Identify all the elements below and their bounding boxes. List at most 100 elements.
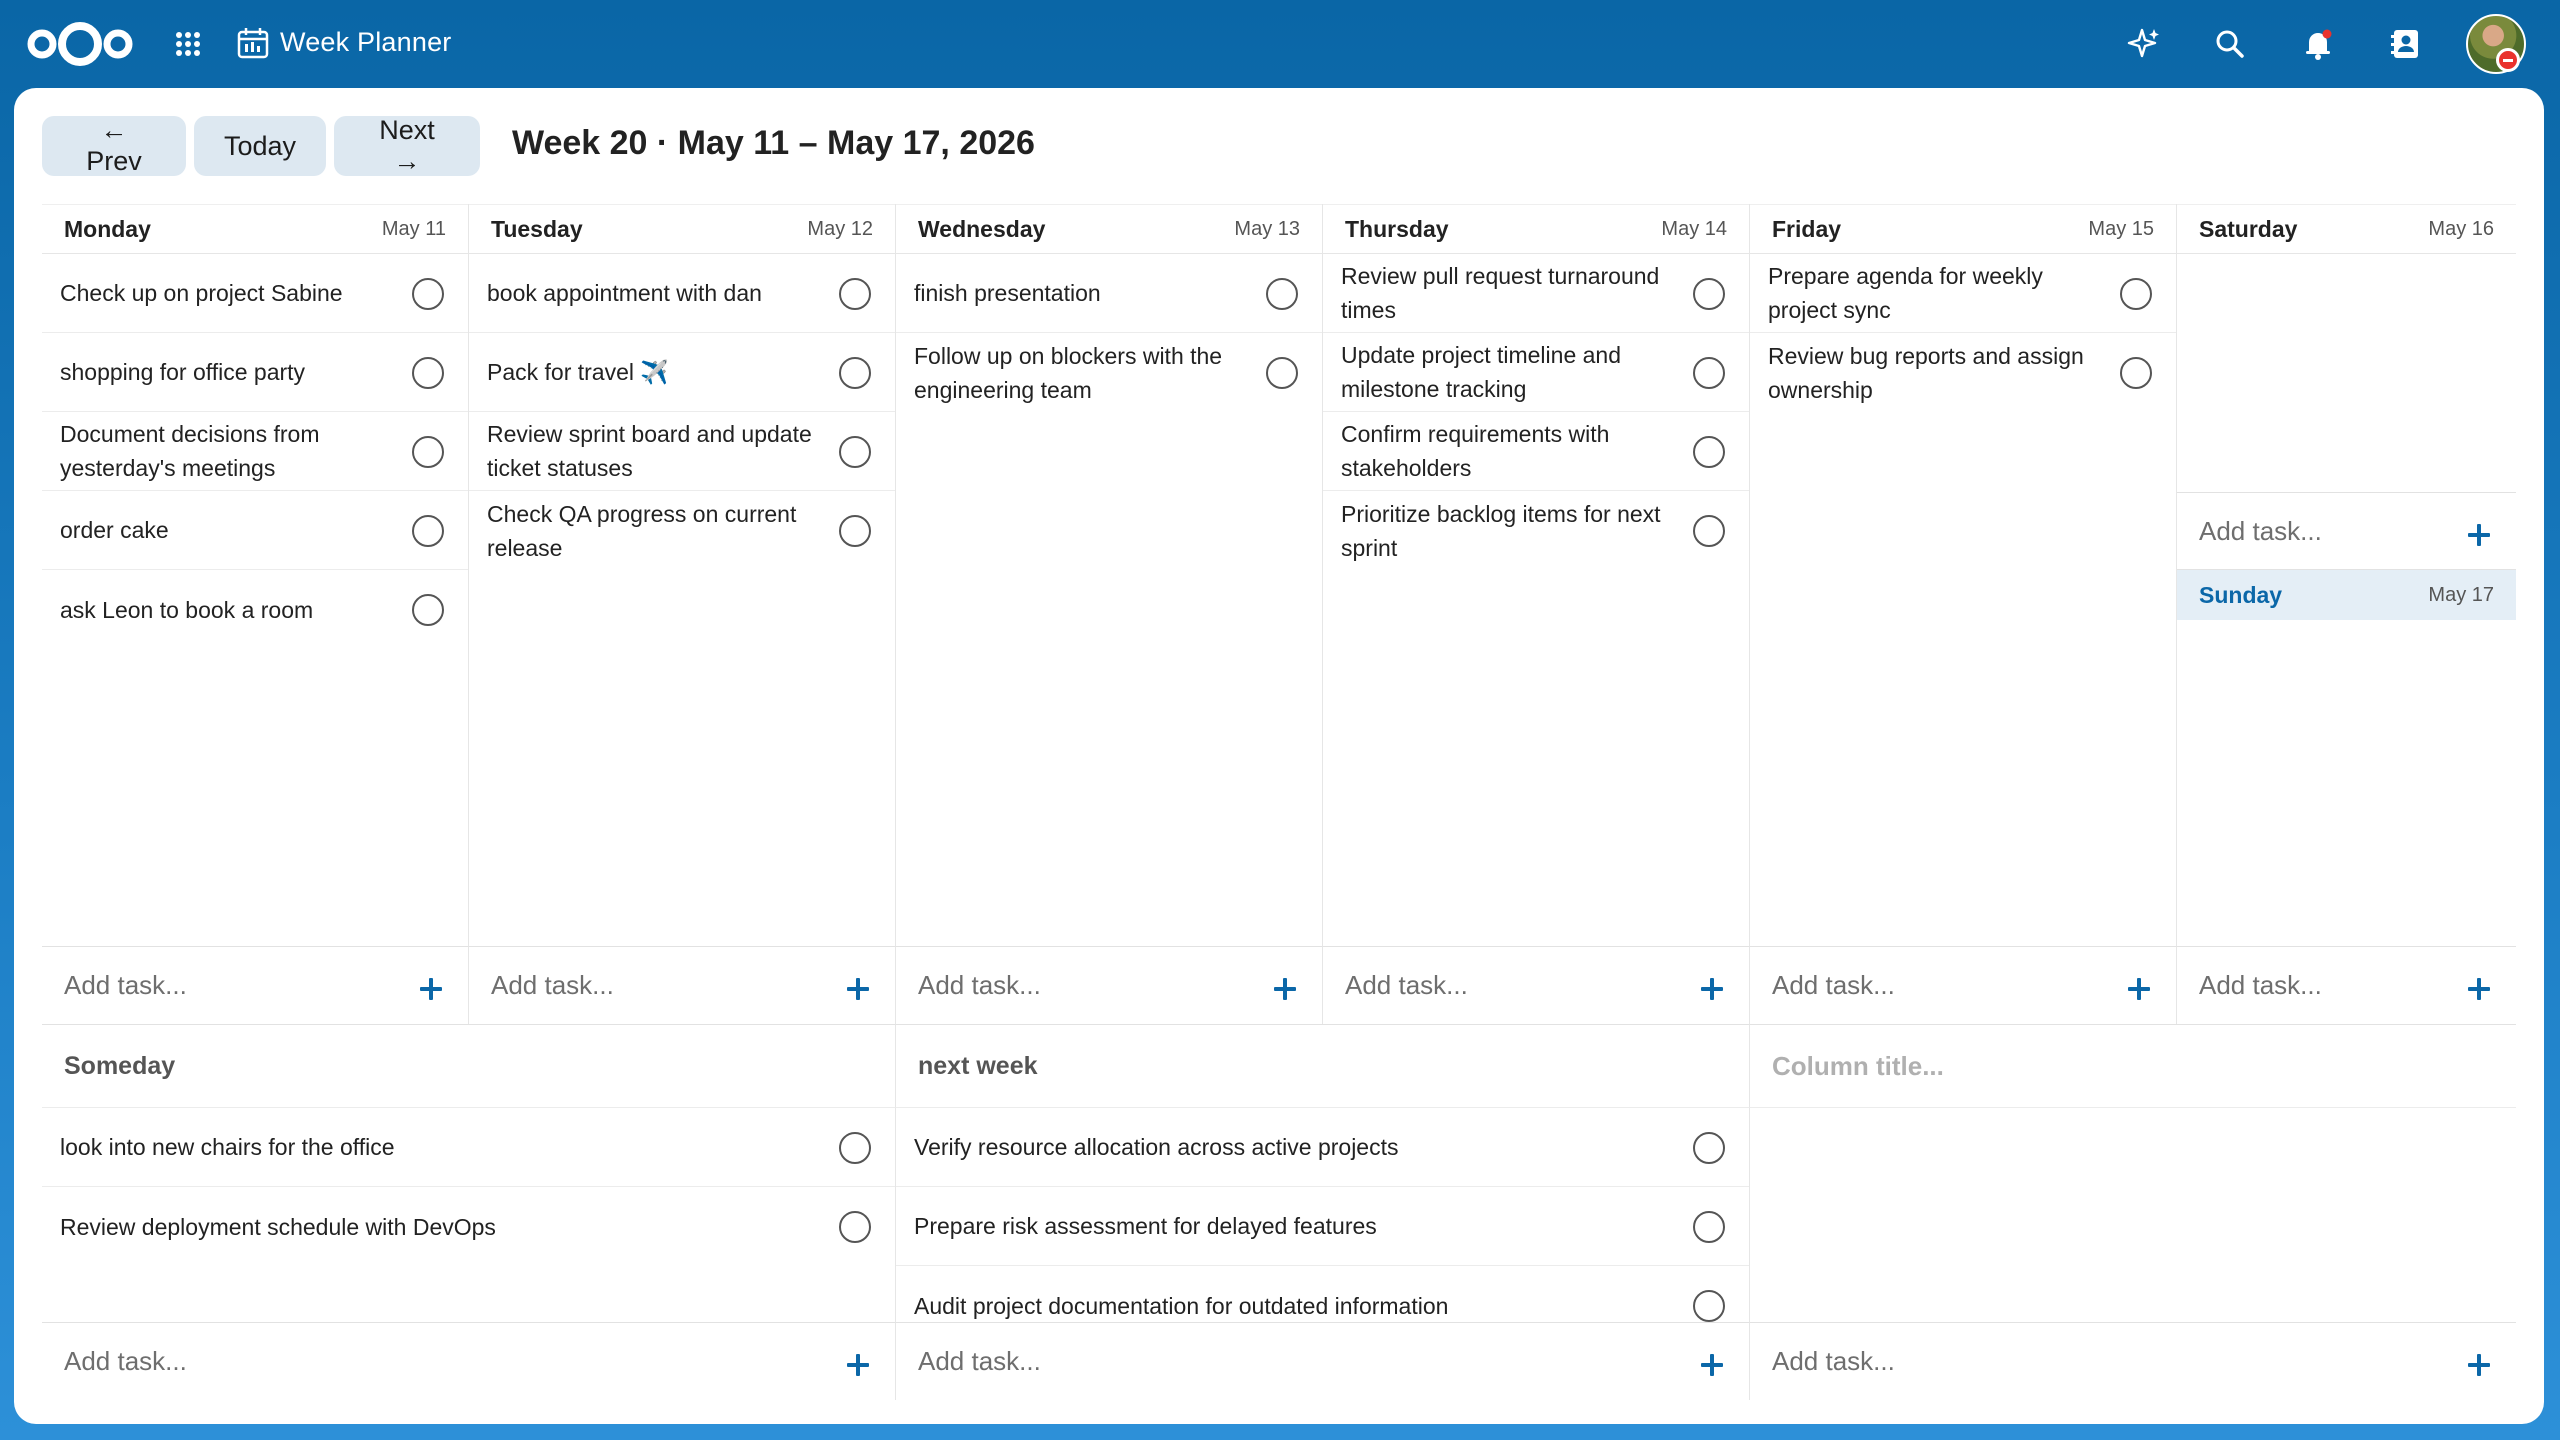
add-task-input[interactable]: Add task... (2199, 970, 2322, 1001)
add-task-plus-icon[interactable] (2128, 978, 2150, 1000)
add-task-input[interactable]: Add task... (2199, 516, 2322, 547)
task-checkbox[interactable] (1693, 515, 1725, 547)
add-task-plus-icon[interactable] (1701, 1354, 1723, 1376)
today-button[interactable]: Today (194, 116, 326, 176)
section-header-someday[interactable]: Someday (42, 1024, 896, 1108)
task-item[interactable]: Review sprint board and update ticket st… (469, 412, 895, 491)
column-title-input[interactable]: Column title... (1772, 1051, 1944, 1082)
task-text: Prepare agenda for weekly project sync (1768, 263, 2043, 323)
add-task-plus-icon[interactable] (1701, 978, 1723, 1000)
nextcloud-logo-icon[interactable] (26, 20, 134, 68)
add-task-plus-icon[interactable] (2468, 524, 2490, 546)
day-column-tuesday: Tuesday May 12 book appointment with dan… (469, 204, 896, 946)
day-name: Friday (1772, 215, 1842, 242)
add-task-input[interactable]: Add task... (1772, 970, 1895, 1001)
task-checkbox[interactable] (1693, 1132, 1725, 1164)
assistant-sparkle-icon[interactable] (2126, 26, 2162, 62)
app-title[interactable]: Week Planner (280, 27, 452, 58)
task-checkbox[interactable] (1693, 357, 1725, 389)
day-header: Wednesday May 13 (896, 204, 1322, 254)
add-task-plus-icon[interactable] (420, 978, 442, 1000)
section-header-next-week[interactable]: next week (896, 1024, 1750, 1108)
add-task-monday[interactable]: Add task... (42, 946, 469, 1024)
task-item[interactable]: Confirm requirements with stakeholders (1323, 412, 1749, 491)
task-item[interactable]: look into new chairs for the office (42, 1108, 895, 1187)
task-checkbox[interactable] (839, 1132, 871, 1164)
add-task-plus-icon[interactable] (2468, 1354, 2490, 1376)
task-item[interactable]: order cake (42, 491, 468, 570)
add-task-plus-icon[interactable] (847, 978, 869, 1000)
task-checkbox[interactable] (412, 436, 444, 468)
add-task-input[interactable]: Add task... (918, 970, 1041, 1001)
task-text: Document decisions from yesterday's meet… (60, 421, 320, 481)
task-checkbox[interactable] (2120, 278, 2152, 310)
task-item[interactable]: Pack for travel ✈️ (469, 333, 895, 412)
task-checkbox[interactable] (1266, 357, 1298, 389)
task-checkbox[interactable] (1266, 278, 1298, 310)
task-checkbox[interactable] (412, 357, 444, 389)
prev-week-button[interactable]: ← Prev (42, 115, 186, 176)
task-item[interactable]: shopping for office party (42, 333, 468, 412)
add-task-plus-icon[interactable] (2468, 978, 2490, 1000)
notifications-bell-icon[interactable] (2300, 26, 2336, 62)
add-task-plus-icon[interactable] (1274, 978, 1296, 1000)
section-header-new-column[interactable]: Column title... (1750, 1024, 2516, 1108)
task-checkbox[interactable] (1693, 1290, 1725, 1322)
task-text: order cake (60, 517, 169, 543)
add-task-friday[interactable]: Add task... (1750, 946, 2177, 1024)
task-item[interactable]: Check QA progress on current release (469, 491, 895, 570)
add-task-next-week[interactable]: Add task... (896, 1322, 1750, 1400)
task-text: Prioritize backlog items for next sprint (1341, 500, 1661, 561)
add-task-someday[interactable]: Add task... (42, 1322, 896, 1400)
day-column-wednesday: Wednesday May 13 finish presentation Fol… (896, 204, 1323, 946)
task-checkbox[interactable] (839, 1211, 871, 1243)
task-checkbox[interactable] (412, 594, 444, 626)
contacts-icon[interactable] (2388, 26, 2424, 62)
task-checkbox[interactable] (839, 515, 871, 547)
add-task-thursday[interactable]: Add task... (1323, 946, 1750, 1024)
task-item[interactable]: Update project timeline and milestone tr… (1323, 333, 1749, 412)
add-task-input[interactable]: Add task... (64, 1346, 187, 1377)
task-item[interactable]: Verify resource allocation across active… (896, 1108, 1749, 1187)
section-column-next-week: Verify resource allocation across active… (896, 1108, 1750, 1322)
task-item[interactable]: Review deployment schedule with DevOps (42, 1187, 895, 1266)
add-task-input[interactable]: Add task... (64, 970, 187, 1001)
task-item[interactable]: Prepare risk assessment for delayed feat… (896, 1187, 1749, 1266)
add-task-tuesday[interactable]: Add task... (469, 946, 896, 1024)
search-icon[interactable] (2212, 26, 2248, 62)
task-checkbox[interactable] (1693, 1211, 1725, 1243)
add-task-input[interactable]: Add task... (491, 970, 614, 1001)
task-checkbox[interactable] (412, 278, 444, 310)
task-item[interactable]: Follow up on blockers with the engineeri… (896, 333, 1322, 412)
day-header: Monday May 11 (42, 204, 468, 254)
add-task-input[interactable]: Add task... (1345, 970, 1468, 1001)
task-checkbox[interactable] (412, 515, 444, 547)
task-item[interactable]: Prepare agenda for weekly project sync (1750, 254, 2176, 333)
next-week-button[interactable]: Next → (334, 115, 480, 176)
task-item[interactable]: Document decisions from yesterday's meet… (42, 412, 468, 491)
task-checkbox[interactable] (839, 357, 871, 389)
add-task-input[interactable]: Add task... (1772, 1346, 1895, 1377)
add-task-input[interactable]: Add task... (918, 1346, 1041, 1377)
task-checkbox[interactable] (839, 278, 871, 310)
add-task-saturday-inline[interactable]: Add task... (2177, 492, 2516, 570)
section-title[interactable]: Someday (64, 1052, 175, 1081)
add-task-wednesday[interactable]: Add task... (896, 946, 1323, 1024)
task-item[interactable]: Check up on project Sabine (42, 254, 468, 333)
task-item[interactable]: Review pull request turnaround times (1323, 254, 1749, 333)
task-item[interactable]: Prioritize backlog items for next sprint (1323, 491, 1749, 570)
task-checkbox[interactable] (1693, 436, 1725, 468)
app-menu-grid-icon[interactable] (174, 30, 202, 58)
add-task-new-column[interactable]: Add task... (1750, 1322, 2516, 1400)
task-checkbox[interactable] (839, 436, 871, 468)
task-item[interactable]: ask Leon to book a room (42, 570, 468, 649)
task-item[interactable]: book appointment with dan (469, 254, 895, 333)
task-checkbox[interactable] (1693, 278, 1725, 310)
task-item[interactable]: finish presentation (896, 254, 1322, 333)
task-checkbox[interactable] (2120, 357, 2152, 389)
day-header: Thursday May 14 (1323, 204, 1749, 254)
add-task-sunday[interactable]: Add task... (2177, 946, 2516, 1024)
add-task-plus-icon[interactable] (847, 1354, 869, 1376)
task-item[interactable]: Review bug reports and assign ownership (1750, 333, 2176, 412)
section-title[interactable]: next week (918, 1052, 1038, 1081)
